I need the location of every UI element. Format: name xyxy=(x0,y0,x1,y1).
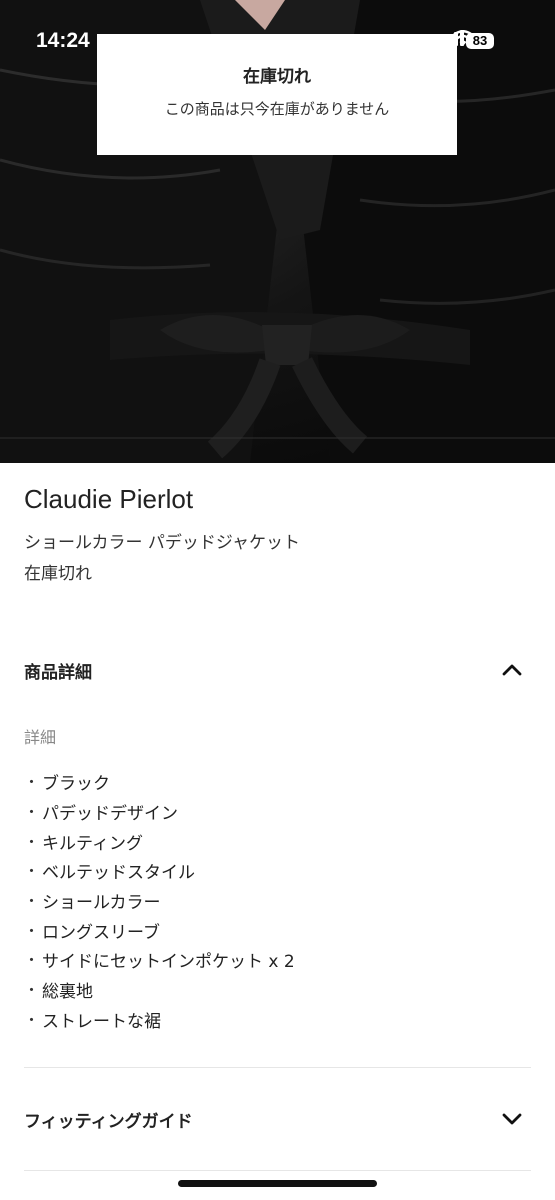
list-item: ・ベルテッドスタイル xyxy=(24,862,195,884)
list-item: ・ショールカラー xyxy=(24,892,161,914)
list-item: ・ロングスリーブ xyxy=(24,921,160,943)
list-item: ・キルティング xyxy=(24,832,143,854)
chevron-down-icon[interactable] xyxy=(500,1109,524,1133)
list-item: ・パデッドデザイン xyxy=(24,803,178,825)
stock-status: 在庫切れ xyxy=(24,564,92,584)
feature-list: ・ブラック ・パデッドデザイン ・キルティング ・ベルテッドスタイル ・ショール… xyxy=(24,767,295,1034)
status-time: 14:24 xyxy=(36,29,90,52)
brand-name[interactable]: Claudie Pierlot xyxy=(24,484,193,515)
out-of-stock-toast: 在庫切れ この商品は只今在庫がありません xyxy=(97,34,457,155)
section-divider xyxy=(24,1170,531,1171)
section-divider xyxy=(24,1067,531,1068)
toast-title: 在庫切れ xyxy=(243,67,311,87)
list-item: ・サイドにセットインポケット x 2 xyxy=(24,951,295,973)
product-name: ショールカラー パデッドジャケット xyxy=(24,533,301,553)
toast-message: この商品は只今在庫がありません xyxy=(164,100,390,118)
list-item: ・ブラック xyxy=(24,773,110,795)
list-item: ・ストレートな裾 xyxy=(24,1010,161,1032)
details-label: 詳細 xyxy=(24,728,57,747)
fitting-guide-title: フィッティングガイド xyxy=(24,1112,193,1132)
chevron-up-icon[interactable] xyxy=(500,660,524,684)
list-item: ・総裏地 xyxy=(24,981,93,1003)
status-icons: 83 xyxy=(452,30,494,52)
fitting-guide-section-header[interactable]: フィッティングガイド xyxy=(0,1099,555,1139)
details-section-title: 商品詳細 xyxy=(24,663,92,683)
details-section-header[interactable]: 商品詳細 xyxy=(0,650,555,690)
home-indicator[interactable] xyxy=(178,1180,377,1187)
